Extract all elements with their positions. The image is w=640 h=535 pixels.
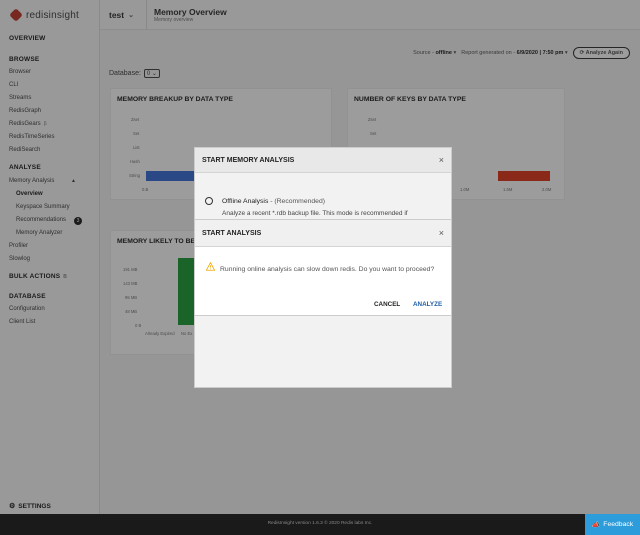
analyze-button[interactable]: ANALYZE	[413, 301, 442, 308]
option-title: Offline Analysis	[222, 198, 269, 205]
close-icon[interactable]: ×	[439, 228, 444, 238]
modal-title: START MEMORY ANALYSIS	[202, 156, 295, 164]
offline-analysis-radio[interactable]	[205, 197, 213, 205]
modal-header: START MEMORY ANALYSIS ×	[195, 148, 451, 173]
modal-title: START ANALYSIS	[202, 229, 262, 237]
start-analysis-confirm-modal: START ANALYSIS × Running online analysis…	[194, 219, 452, 316]
modal-header: START ANALYSIS ×	[195, 220, 451, 247]
warning-message: Running online analysis can slow down re…	[220, 266, 435, 273]
cancel-button[interactable]: CANCEL	[374, 301, 400, 308]
close-icon[interactable]: ×	[439, 155, 444, 165]
warning-icon	[206, 262, 215, 271]
feedback-button[interactable]: 📣 Feedback	[585, 514, 640, 535]
feedback-label: Feedback	[603, 521, 634, 528]
footer-version-text: RedisInsight version 1.6.3 © 2020 Redis …	[267, 521, 373, 526]
option-note: - (Recommended)	[268, 198, 326, 205]
footer: RedisInsight version 1.6.3 © 2020 Redis …	[0, 514, 640, 535]
megaphone-icon: 📣	[591, 521, 601, 529]
offline-analysis-option: Offline Analysis - (Recommended)	[222, 198, 325, 205]
offline-analysis-description: Analyze a recent *.rdb backup file. This…	[222, 210, 408, 217]
